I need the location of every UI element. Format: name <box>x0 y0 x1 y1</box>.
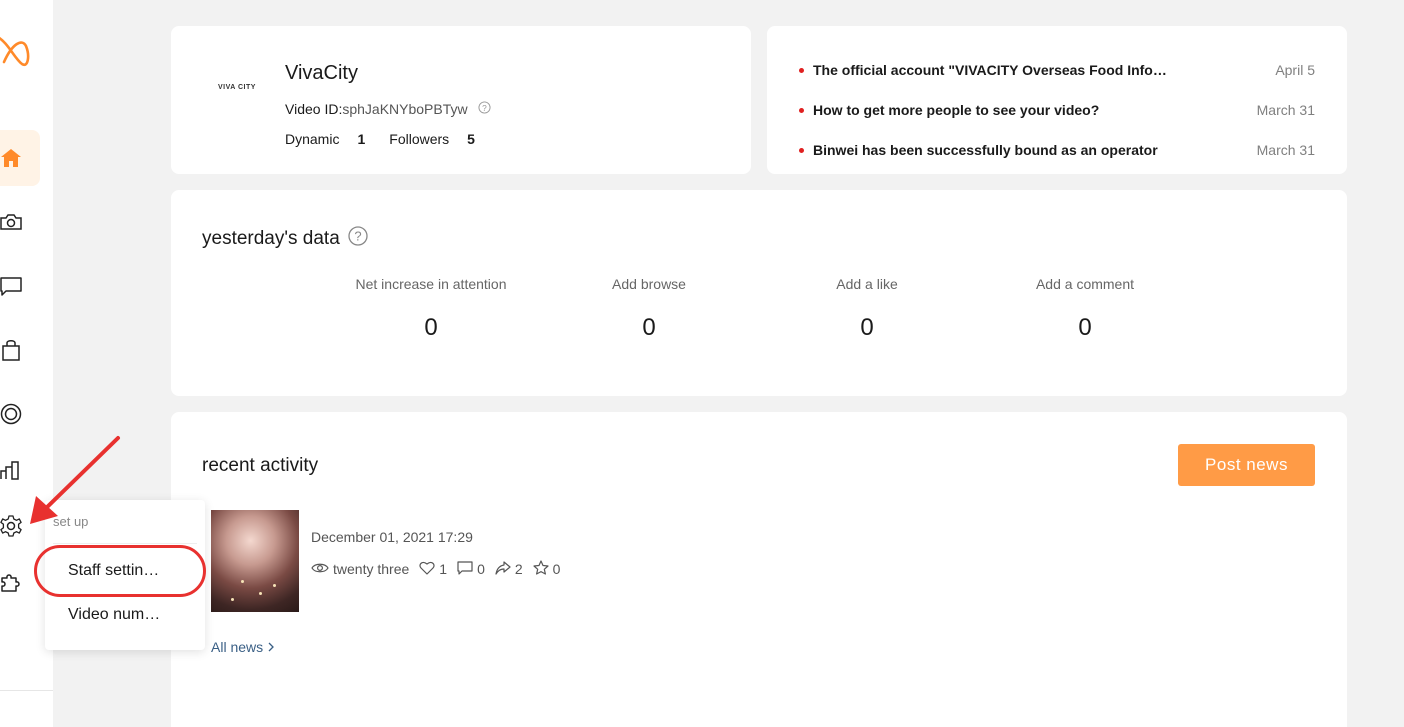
section-title: yesterday's data <box>202 228 340 249</box>
post-date: December 01, 2021 17:29 <box>311 529 473 545</box>
comments-stat: 0 <box>457 560 485 578</box>
followers-label: Followers <box>389 131 450 147</box>
comment-icon <box>457 560 477 578</box>
post-thumbnail[interactable] <box>211 510 299 612</box>
app-logo-icon <box>0 30 30 70</box>
unread-dot <box>799 107 804 113</box>
notice-title: Binwei has been successfully bound as an… <box>813 142 1158 158</box>
bar-chart-icon <box>0 460 22 480</box>
heart-icon <box>419 561 439 578</box>
metric-browse: Add browse 0 <box>549 276 749 342</box>
account-name: VivaCity <box>285 62 358 84</box>
video-id-value: sphJaKNYboPBTyw <box>342 101 468 117</box>
highlight-annotation <box>34 545 206 597</box>
comments-count: 0 <box>477 561 485 577</box>
gear-icon <box>0 515 22 537</box>
shares-stat: 2 <box>495 560 523 578</box>
metric-attention: Net increase in attention 0 <box>331 276 531 342</box>
metric-comment: Add a comment 0 <box>985 276 1185 342</box>
menu-item-video-number[interactable]: Video num… <box>68 606 160 624</box>
metric-like: Add a like 0 <box>767 276 967 342</box>
notice-title: How to get more people to see your video… <box>813 102 1100 118</box>
notice-title: The official account "VIVACITY Overseas … <box>813 62 1167 78</box>
message-icon <box>0 276 22 296</box>
video-id-label: Video ID: <box>285 101 343 117</box>
help-icon[interactable]: ? <box>478 101 491 117</box>
metric-label: Add browse <box>612 276 686 292</box>
views-count: twenty three <box>333 561 410 577</box>
recent-activity-card: recent activity Post news December 01, 2… <box>171 412 1347 727</box>
notice-item[interactable]: The official account "VIVACITY Overseas … <box>799 62 1315 78</box>
account-logo: VIVA CITY <box>218 84 256 91</box>
metric-value: 0 <box>1078 314 1092 341</box>
sidebar-item-live[interactable] <box>0 392 40 436</box>
unread-dot <box>799 67 804 73</box>
camera-icon <box>0 212 22 232</box>
sidebar-item-home[interactable] <box>0 130 40 186</box>
post-news-button[interactable]: Post news <box>1178 444 1315 486</box>
menu-divider <box>53 543 197 544</box>
help-icon[interactable]: ? <box>348 226 368 252</box>
notice-item[interactable]: How to get more people to see your video… <box>799 102 1315 118</box>
profile-card: VIVA CITY VivaCity Video ID: sphJaKNYboP… <box>171 26 751 174</box>
account-stats: Dynamic 1 Followers 5 <box>285 131 499 147</box>
svg-text:?: ? <box>482 103 487 113</box>
sidebar-item-shop[interactable] <box>0 328 40 372</box>
metric-value: 0 <box>642 314 656 341</box>
annotation-arrow-icon <box>24 432 124 537</box>
sidebar-item-camera[interactable] <box>0 200 40 244</box>
sidebar-divider <box>0 690 53 691</box>
yesterday-title-row: yesterday's data ? <box>202 226 368 252</box>
chevron-right-icon <box>267 639 275 655</box>
metric-value: 0 <box>860 314 874 341</box>
metric-value: 0 <box>424 314 438 341</box>
notice-item[interactable]: Binwei has been successfully bound as an… <box>799 142 1315 158</box>
unread-dot <box>799 147 804 153</box>
favorites-stat: 0 <box>533 560 561 578</box>
shares-count: 2 <box>514 561 523 577</box>
share-icon <box>495 560 515 578</box>
sidebar-item-message[interactable] <box>0 264 40 308</box>
likes-stat: 1 <box>419 561 447 578</box>
star-icon <box>533 560 553 578</box>
dynamic-label: Dynamic <box>285 131 340 147</box>
video-id-row: Video ID: sphJaKNYboPBTyw ? <box>285 101 491 117</box>
notice-date: March 31 <box>1256 102 1315 118</box>
all-news-label: All news <box>211 639 264 655</box>
svg-text:?: ? <box>354 229 361 244</box>
metric-label: Net increase in attention <box>355 276 507 292</box>
post-stats: twenty three 1 0 2 0 <box>311 560 570 578</box>
metric-label: Add a like <box>836 276 898 292</box>
views-stat: twenty three <box>311 561 409 577</box>
notice-date: March 31 <box>1256 142 1315 158</box>
notices-card: The official account "VIVACITY Overseas … <box>767 26 1347 174</box>
notice-date: April 5 <box>1275 62 1315 78</box>
favorites-count: 0 <box>552 561 561 577</box>
yesterday-data-card: yesterday's data ? Net increase in atten… <box>171 190 1347 396</box>
all-news-link[interactable]: All news <box>211 639 275 655</box>
followers-count: 5 <box>467 131 475 147</box>
eye-icon <box>311 561 333 577</box>
puzzle-icon <box>0 571 22 593</box>
likes-count: 1 <box>439 561 448 577</box>
metric-label: Add a comment <box>1035 276 1135 292</box>
section-title: recent activity <box>202 455 319 476</box>
dynamic-count: 1 <box>357 131 366 147</box>
home-icon <box>0 148 22 168</box>
target-icon <box>0 403 22 425</box>
bag-icon <box>0 339 22 361</box>
